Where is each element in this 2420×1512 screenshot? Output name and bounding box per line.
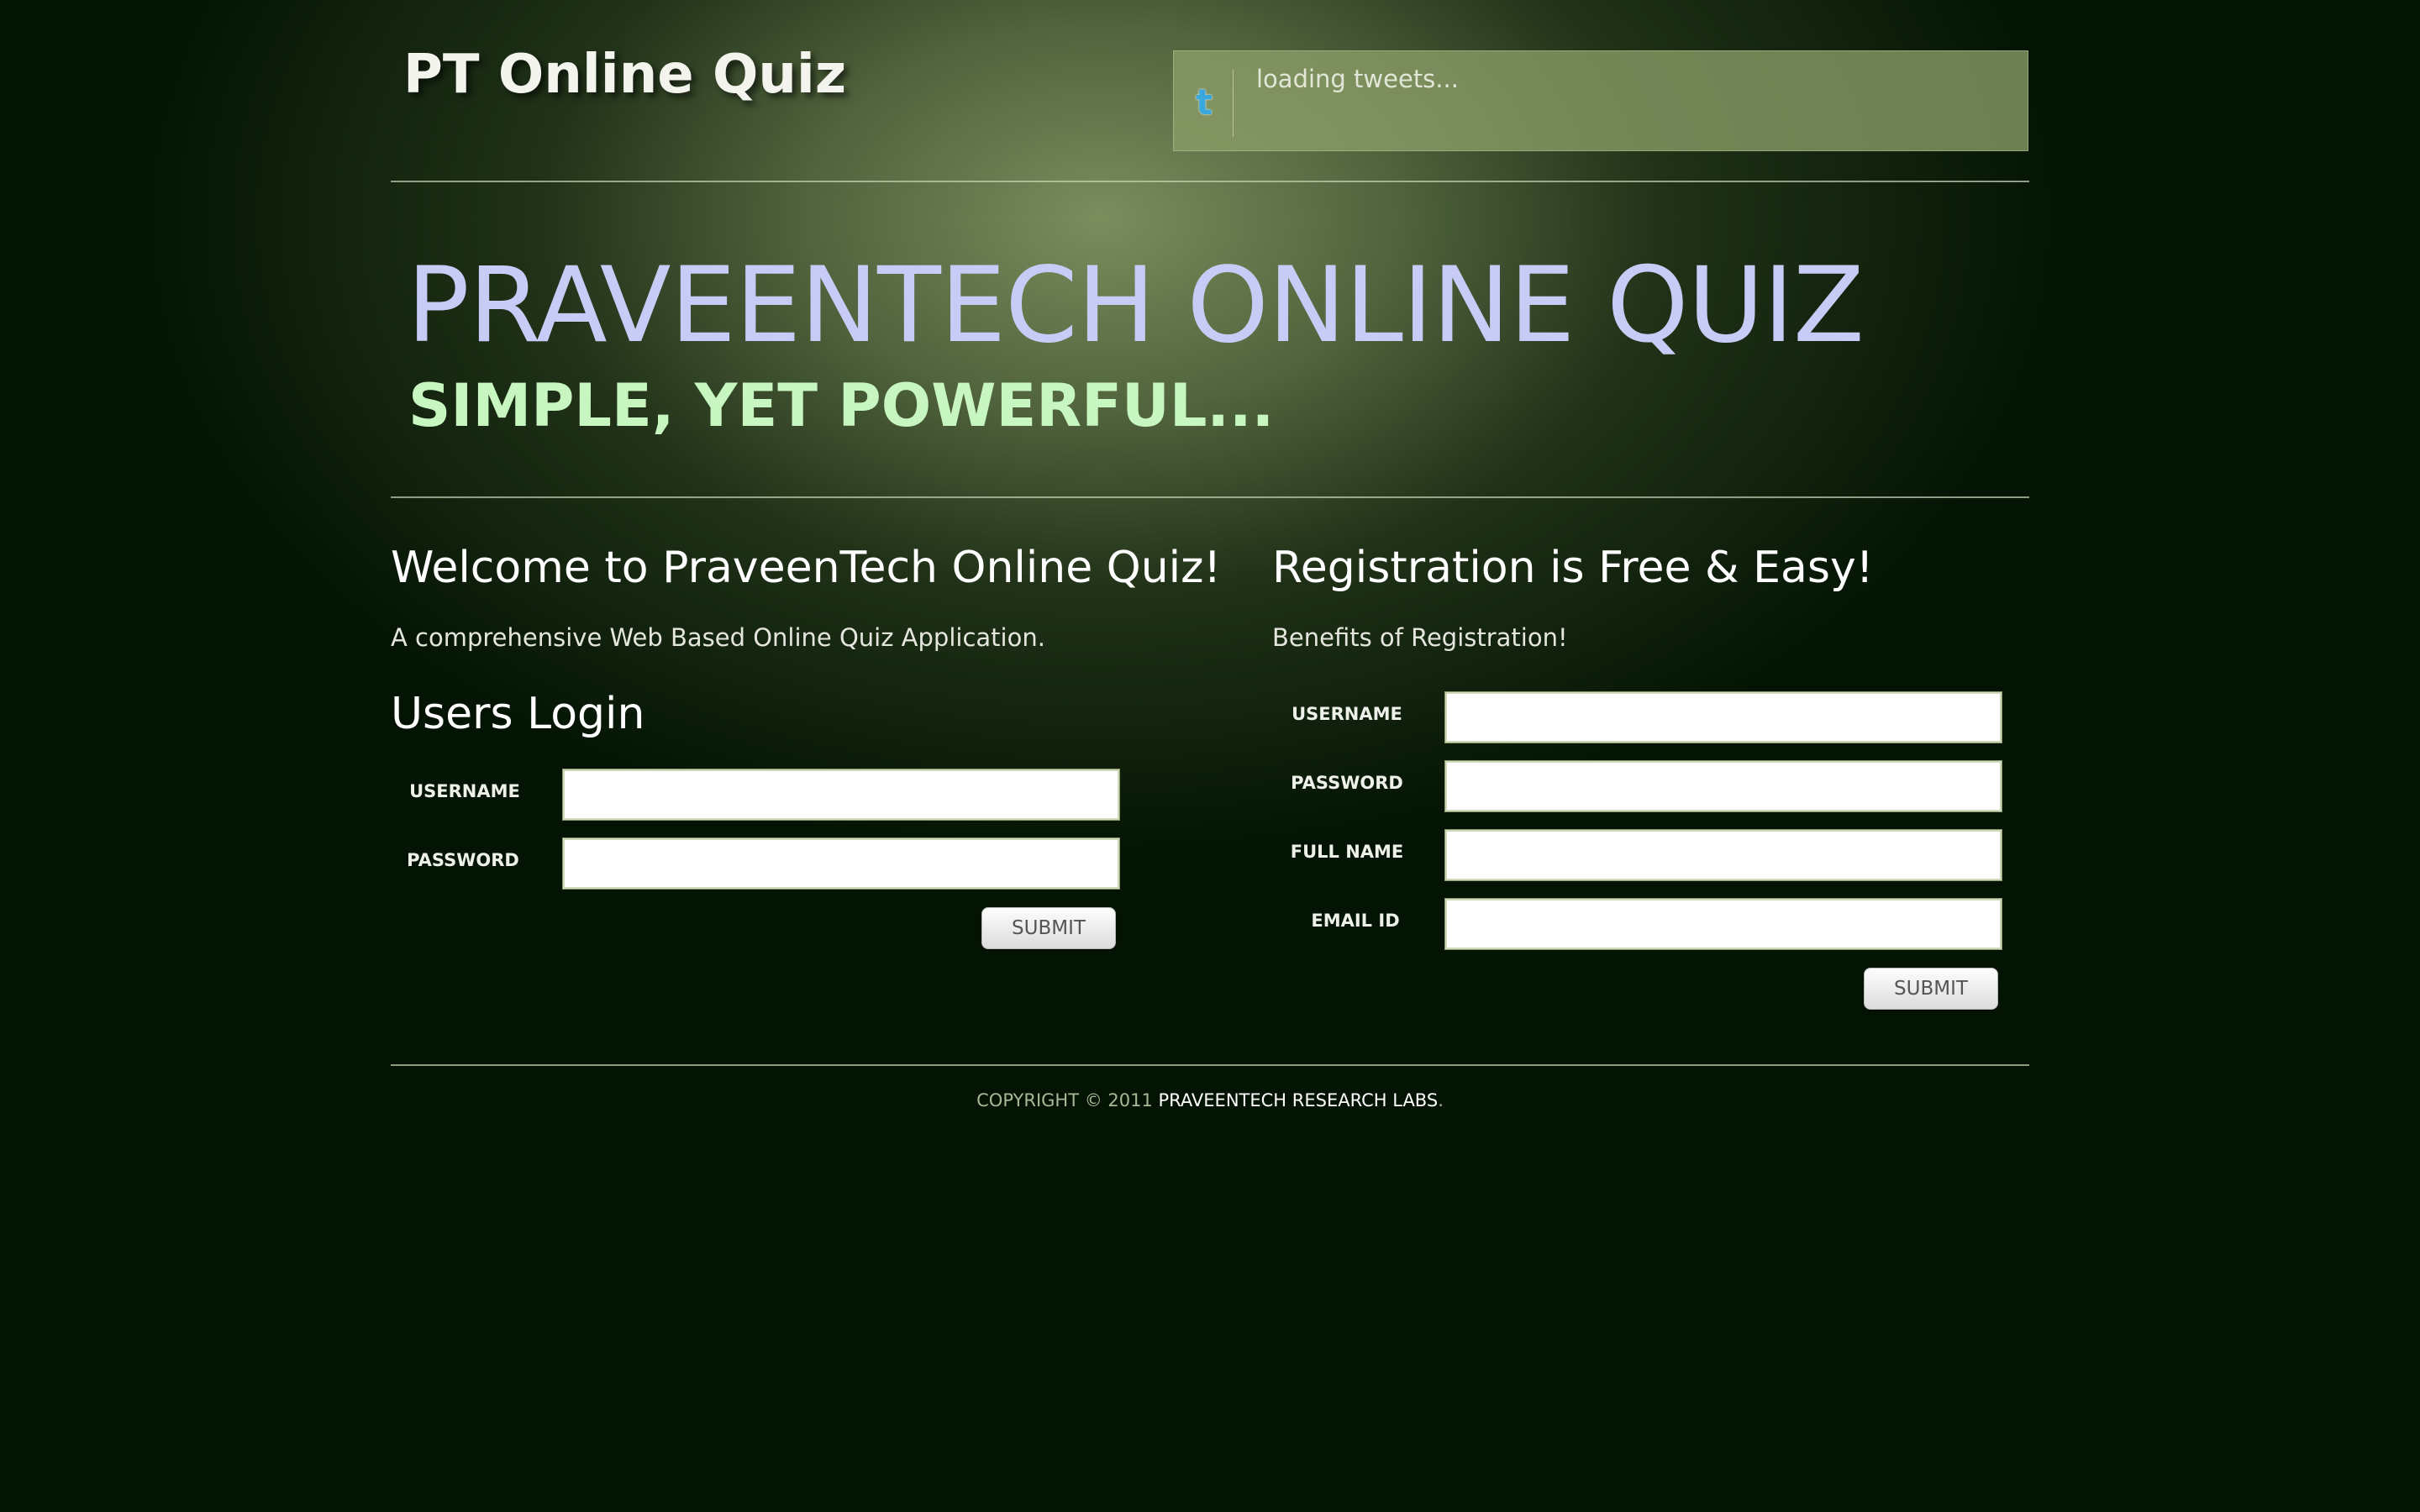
login-password-input[interactable] bbox=[562, 837, 1120, 890]
register-fullname-label: FULL NAME bbox=[1290, 842, 1404, 862]
login-username-label: USERNAME bbox=[409, 781, 520, 801]
login-username-input[interactable] bbox=[562, 769, 1120, 821]
site-logo[interactable]: PT Online Quiz bbox=[403, 44, 846, 106]
welcome-heading: Welcome to PraveenTech Online Quiz! bbox=[391, 543, 1222, 593]
welcome-description: A comprehensive Web Based Online Quiz Ap… bbox=[391, 623, 1045, 652]
twitter-feed-box: t loading tweets... bbox=[1173, 50, 2028, 151]
tweets-loading-text: loading tweets... bbox=[1256, 65, 1459, 93]
register-email-label: EMAIL ID bbox=[1311, 911, 1400, 931]
register-username-input[interactable] bbox=[1444, 691, 2002, 743]
login-heading: Users Login bbox=[391, 689, 645, 739]
footer-divider bbox=[391, 1064, 2029, 1066]
register-password-label: PASSWORD bbox=[1291, 773, 1403, 793]
registration-heading: Registration is Free & Easy! bbox=[1272, 543, 1874, 593]
register-username-label: USERNAME bbox=[1292, 704, 1402, 724]
footer-trailing: . bbox=[1438, 1090, 1444, 1110]
register-email-input[interactable] bbox=[1444, 898, 2002, 950]
login-password-label: PASSWORD bbox=[407, 850, 519, 870]
hero-title: PRAVEENTECH ONLINE QUIZ bbox=[407, 245, 1865, 366]
copyright-text: COPYRIGHT © 2011 bbox=[976, 1090, 1159, 1110]
footer: COPYRIGHT © 2011 PRAVEENTECH RESEARCH LA… bbox=[391, 1090, 2029, 1110]
registration-description: Benefits of Registration! bbox=[1272, 623, 1568, 652]
register-submit-button[interactable]: SUBMIT bbox=[1864, 968, 1998, 1010]
register-fullname-input[interactable] bbox=[1444, 829, 2002, 881]
hero-divider bbox=[391, 496, 2029, 498]
header-divider bbox=[391, 181, 2029, 182]
company-link[interactable]: PRAVEENTECH RESEARCH LABS bbox=[1159, 1090, 1439, 1110]
login-submit-button[interactable]: SUBMIT bbox=[981, 907, 1116, 949]
twitter-icon[interactable]: t bbox=[1191, 81, 1218, 123]
tweet-divider bbox=[1233, 70, 1234, 137]
hero-subtitle: SIMPLE, YET POWERFUL... bbox=[408, 371, 1275, 440]
register-password-input[interactable] bbox=[1444, 760, 2002, 812]
